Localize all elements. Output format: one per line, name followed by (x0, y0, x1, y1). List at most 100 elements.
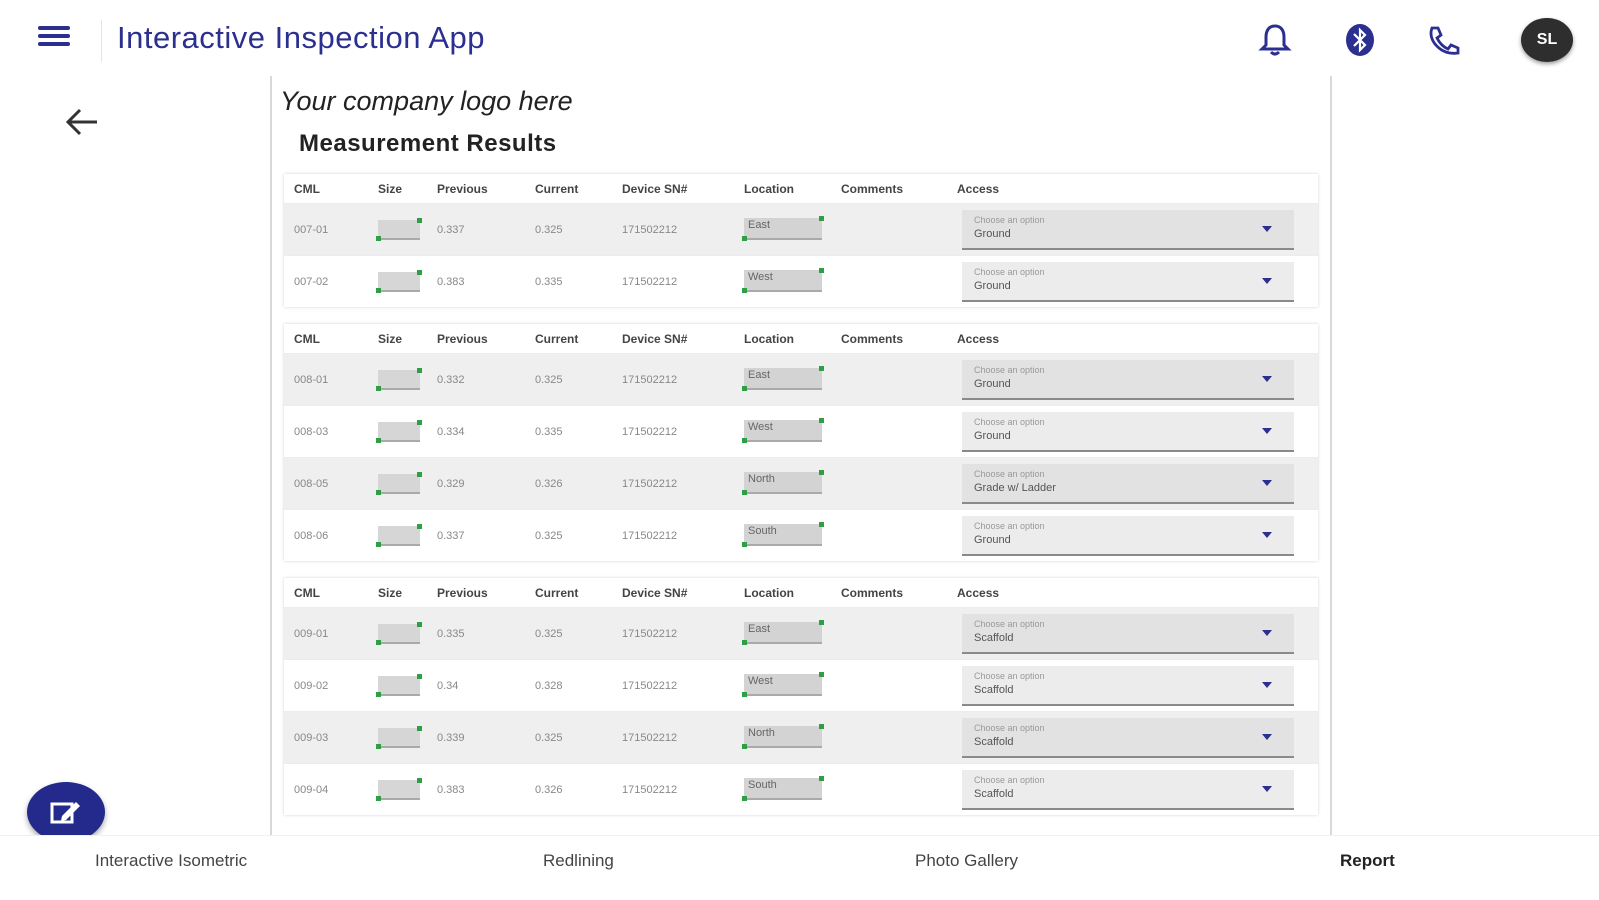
size-input[interactable] (376, 420, 422, 443)
column-header: Size (378, 586, 403, 600)
device-sn-cell: 171502212 (622, 374, 678, 386)
select-value: Ground (974, 430, 1011, 442)
table-row: 007-02 0.383 0.335 171502212 West Choose an o… (284, 255, 1318, 307)
access-select[interactable]: Choose an option Ground (962, 360, 1294, 400)
device-sn-cell: 171502212 (622, 784, 678, 796)
bluetooth-icon[interactable] (1340, 18, 1380, 62)
current-cell: 0.325 (535, 530, 563, 542)
device-sn-cell: 171502212 (622, 426, 678, 438)
cml-cell: 008-01 (294, 374, 329, 386)
column-header: CML (294, 332, 320, 346)
column-header: Device SN# (622, 182, 688, 196)
bell-icon[interactable] (1255, 18, 1295, 62)
select-value: Grade w/ Ladder (974, 482, 1056, 494)
select-placeholder: Choose an option (974, 671, 1045, 681)
tab-report[interactable]: Report (1340, 851, 1395, 871)
tab-photo-gallery[interactable]: Photo Gallery (915, 851, 1018, 871)
access-select[interactable]: Choose an option Scaffold (962, 770, 1294, 810)
select-value: Scaffold (974, 632, 1014, 644)
column-header: Comments (841, 332, 904, 346)
access-select[interactable]: Choose an option Scaffold (962, 666, 1294, 706)
menu-icon[interactable] (38, 24, 74, 56)
previous-cell: 0.34 (437, 680, 459, 692)
table-row: 007-01 0.337 0.325 171502212 East Choose an o… (284, 203, 1318, 255)
access-select[interactable]: Choose an option Scaffold (962, 614, 1294, 654)
location-input[interactable]: East (742, 620, 824, 645)
previous-cell: 0.383 (437, 784, 465, 796)
tab-redlining[interactable]: Redlining (543, 851, 614, 871)
location-input[interactable]: South (742, 522, 824, 547)
select-placeholder: Choose an option (974, 267, 1045, 277)
access-select[interactable]: Choose an option Ground (962, 412, 1294, 452)
size-input[interactable] (376, 622, 422, 645)
phone-icon[interactable] (1424, 18, 1464, 62)
device-sn-cell: 171502212 (622, 276, 678, 288)
size-input[interactable] (376, 368, 422, 391)
access-select[interactable]: Choose an option Ground (962, 210, 1294, 250)
measurement-group: CML Size Previous Current Device SN# Location… (284, 174, 1318, 307)
location-input[interactable]: East (742, 216, 824, 241)
location-input[interactable]: West (742, 418, 824, 443)
size-input[interactable] (376, 524, 422, 547)
cml-cell: 007-01 (294, 224, 329, 236)
select-placeholder: Choose an option (974, 417, 1045, 427)
dropdown-arrow-icon (1262, 226, 1272, 232)
size-input[interactable] (376, 726, 422, 749)
column-header: CML (294, 586, 320, 600)
column-header: Size (378, 332, 403, 346)
avatar[interactable]: SL (1521, 18, 1573, 62)
tab-interactive-isometric[interactable]: Interactive Isometric (95, 851, 247, 871)
location-input[interactable]: West (742, 268, 824, 293)
table-row: 008-03 0.334 0.335 171502212 West Choose an o… (284, 405, 1318, 457)
column-header: Previous (437, 182, 488, 196)
location-input[interactable]: North (742, 724, 824, 749)
column-header: Location (744, 182, 794, 196)
dropdown-arrow-icon (1262, 376, 1272, 382)
back-arrow-icon[interactable] (63, 102, 103, 142)
access-select[interactable]: Choose an option Ground (962, 262, 1294, 302)
select-value: Ground (974, 378, 1011, 390)
column-header: Access (957, 182, 1000, 196)
previous-cell: 0.329 (437, 478, 465, 490)
location-input[interactable]: East (742, 366, 824, 391)
column-header: Device SN# (622, 332, 688, 346)
size-input[interactable] (376, 270, 422, 293)
dropdown-arrow-icon (1262, 682, 1272, 688)
table-row: 009-02 0.34 0.328 171502212 West Choose an op… (284, 659, 1318, 711)
select-value: Scaffold (974, 788, 1014, 800)
dropdown-arrow-icon (1262, 786, 1272, 792)
cml-cell: 008-05 (294, 478, 329, 490)
bottom-navigation: Interactive Isometric Redlining Photo Ga… (0, 835, 1599, 900)
size-input[interactable] (376, 218, 422, 241)
size-input[interactable] (376, 778, 422, 801)
size-input[interactable] (376, 472, 422, 495)
access-select[interactable]: Choose an option Scaffold (962, 718, 1294, 758)
select-placeholder: Choose an option (974, 723, 1045, 733)
access-select[interactable]: Choose an option Grade w/ Ladder (962, 464, 1294, 504)
current-cell: 0.325 (535, 224, 563, 236)
app-header: Interactive Inspection App SL (0, 0, 1599, 80)
location-input[interactable]: West (742, 672, 824, 697)
location-input[interactable]: North (742, 470, 824, 495)
current-cell: 0.326 (535, 478, 563, 490)
cml-cell: 009-04 (294, 784, 329, 796)
current-cell: 0.335 (535, 276, 563, 288)
column-header: Location (744, 586, 794, 600)
dropdown-arrow-icon (1262, 532, 1272, 538)
location-input[interactable]: South (742, 776, 824, 801)
edit-signature-button[interactable] (27, 782, 105, 842)
dropdown-arrow-icon (1262, 480, 1272, 486)
current-cell: 0.335 (535, 426, 563, 438)
previous-cell: 0.339 (437, 732, 465, 744)
size-input[interactable] (376, 674, 422, 697)
measurement-group: CML Size Previous Current Device SN# Location… (284, 578, 1318, 815)
cml-cell: 009-02 (294, 680, 329, 692)
column-header: Previous (437, 586, 488, 600)
select-value: Scaffold (974, 736, 1014, 748)
table-row: 008-06 0.337 0.325 171502212 South Choose an … (284, 509, 1318, 561)
dropdown-arrow-icon (1262, 734, 1272, 740)
current-cell: 0.325 (535, 732, 563, 744)
device-sn-cell: 171502212 (622, 628, 678, 640)
access-select[interactable]: Choose an option Ground (962, 516, 1294, 556)
measurement-results-title: Measurement Results (299, 130, 557, 157)
